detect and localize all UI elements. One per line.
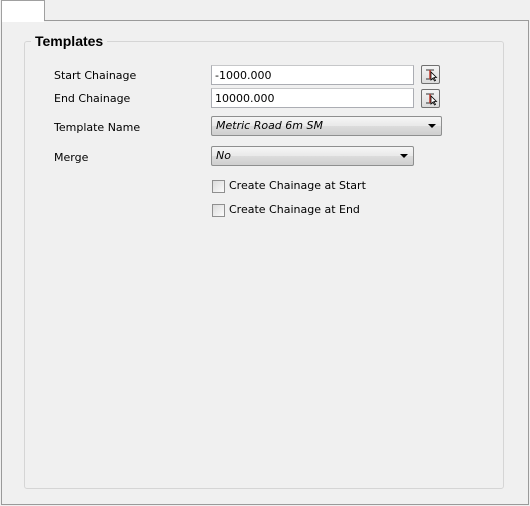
end-chainage-input[interactable]: 10000.000: [211, 88, 414, 108]
create-chainage-end-label: Create Chainage at End: [229, 203, 360, 216]
end-chainage-label: End Chainage: [54, 92, 131, 105]
chevron-down-icon: [428, 124, 436, 128]
pick-from-view-icon: [426, 93, 438, 106]
template-name-select[interactable]: Metric Road 6m SM: [211, 116, 442, 136]
chevron-down-icon: [400, 154, 408, 158]
start-chainage-pick-button[interactable]: [421, 65, 440, 84]
end-chainage-pick-button[interactable]: [421, 89, 440, 108]
template-name-value: Metric Road 6m SM: [216, 119, 323, 132]
template-name-label: Template Name: [54, 121, 141, 134]
create-chainage-start-label: Create Chainage at Start: [229, 179, 366, 192]
merge-value: No: [216, 149, 231, 162]
create-chainage-end-checkbox[interactable]: [212, 204, 225, 217]
pick-from-view-icon: [426, 69, 438, 82]
templates-groupbox: [24, 41, 504, 489]
merge-select[interactable]: No: [211, 146, 414, 166]
start-chainage-label: Start Chainage: [54, 69, 137, 82]
merge-label: Merge: [54, 151, 89, 164]
tab-templates[interactable]: [1, 0, 45, 21]
create-chainage-start-checkbox[interactable]: [212, 180, 225, 193]
group-title: Templates: [31, 33, 108, 49]
start-chainage-input[interactable]: -1000.000: [211, 65, 414, 85]
